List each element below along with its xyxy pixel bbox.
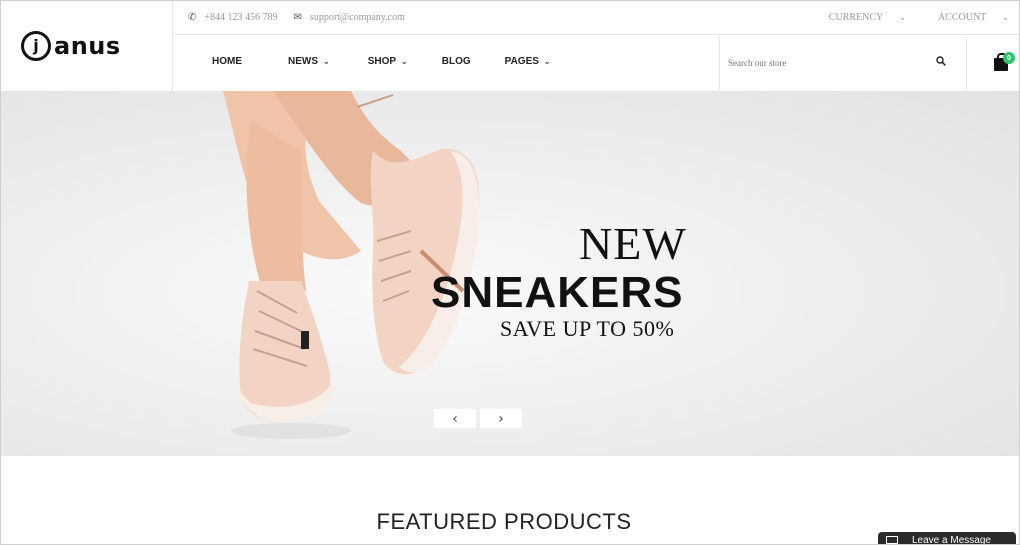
- top-bar: ✆ +844 123 456 789 ✉ support@company.com…: [174, 1, 1019, 35]
- phone-icon: ✆: [188, 12, 197, 23]
- account-label: ACCOUNT: [937, 12, 987, 23]
- envelope-icon: ✉: [293, 12, 302, 23]
- hero-slider: NEW SNEAKERS SAVE UP TO 50% ‹ ›: [1, 91, 1019, 456]
- search-box: [719, 36, 967, 91]
- currency-dropdown[interactable]: CURRENCY ⌄: [813, 12, 906, 23]
- envelope-icon: [886, 536, 898, 544]
- nav-item-blog[interactable]: BLOG: [442, 56, 471, 67]
- cart-count-badge: 0: [1003, 52, 1015, 64]
- hero-headline-sneakers: SNEAKERS: [431, 268, 684, 317]
- contact-info: ✆ +844 123 456 789 ✉ support@company.com: [188, 12, 405, 23]
- chevron-down-icon: ⌄: [401, 57, 408, 66]
- top-bar-menus: CURRENCY ⌄ ACCOUNT ⌄: [797, 12, 1009, 23]
- nav-item-label: SHOP: [367, 56, 397, 67]
- slider-next-button[interactable]: ›: [480, 409, 522, 428]
- hero-subheadline: SAVE UP TO 50%: [500, 316, 675, 341]
- leave-message-label: Leave a Message: [912, 534, 991, 545]
- email-address[interactable]: support@company.com: [310, 12, 405, 23]
- logo-mark-icon: j: [21, 31, 51, 61]
- chevron-right-icon: ›: [498, 410, 504, 427]
- featured-products-heading: FEATURED PRODUCTS: [376, 509, 632, 534]
- chevron-down-icon: ⌄: [323, 57, 330, 66]
- currency-label: CURRENCY: [828, 12, 884, 23]
- nav-item-label: BLOG: [441, 56, 471, 67]
- chevron-down-icon: ⌄: [899, 13, 906, 22]
- main-nav: HOME NEWS ⌄ SHOP ⌄ BLOG PAGES ⌄: [212, 56, 597, 67]
- page-frame: j anus ✆ +844 123 456 789 ✉ support@comp…: [0, 0, 1020, 545]
- search-icon[interactable]: [936, 56, 946, 66]
- nav-item-home[interactable]: HOME: [212, 56, 242, 67]
- chevron-left-icon: ‹: [452, 410, 458, 427]
- phone-number: +844 123 456 789: [204, 12, 278, 23]
- logo[interactable]: j anus: [1, 1, 173, 91]
- nav-item-shop[interactable]: SHOP ⌄: [368, 56, 408, 67]
- slider-prev-button[interactable]: ‹: [434, 409, 476, 428]
- hero-headline-new: NEW: [579, 218, 687, 269]
- nav-item-pages[interactable]: PAGES ⌄: [505, 56, 551, 67]
- logo-text: anus: [54, 32, 121, 60]
- cart-button[interactable]: 0: [994, 52, 1019, 76]
- search-input[interactable]: [728, 54, 928, 72]
- nav-item-label: PAGES: [504, 56, 539, 67]
- nav-item-label: HOME: [212, 56, 242, 67]
- main-navbar: HOME NEWS ⌄ SHOP ⌄ BLOG PAGES ⌄ 0: [174, 36, 1019, 91]
- account-dropdown[interactable]: ACCOUNT ⌄: [922, 12, 1009, 23]
- chevron-down-icon: ⌄: [1002, 13, 1009, 22]
- nav-item-label: NEWS: [288, 56, 318, 67]
- chevron-down-icon: ⌄: [543, 57, 551, 66]
- nav-item-news[interactable]: NEWS ⌄: [288, 56, 330, 67]
- leave-message-widget[interactable]: Leave a Message: [878, 532, 1016, 545]
